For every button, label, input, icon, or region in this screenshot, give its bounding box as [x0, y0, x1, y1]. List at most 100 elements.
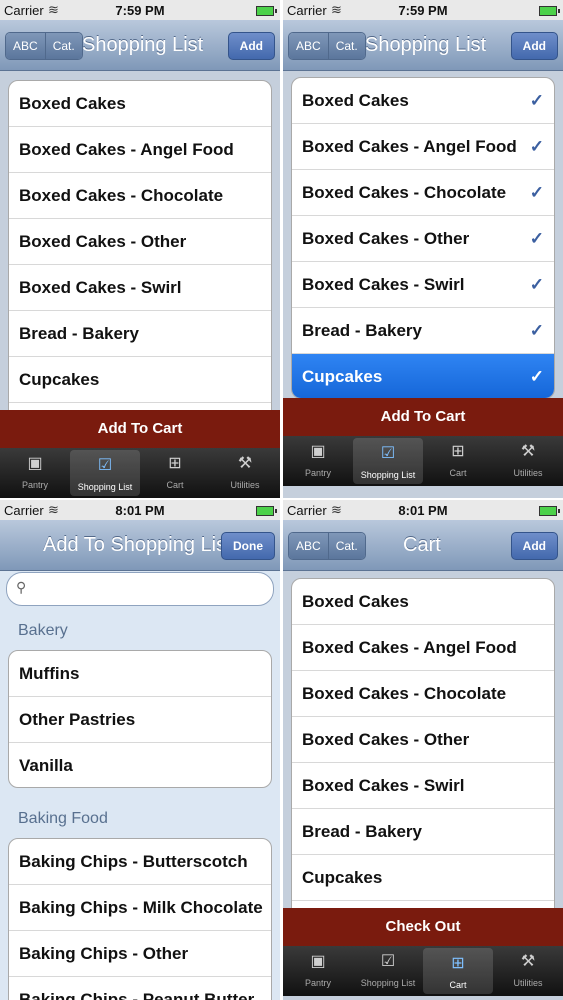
list-item-label: Boxed Cakes - Other — [302, 229, 470, 248]
list-item[interactable]: Cupcakes — [292, 855, 554, 901]
nav-bar: ABC Cat. Shopping List Add — [0, 20, 280, 71]
sort-abc-button[interactable]: ABC — [6, 33, 45, 59]
screen-add-to-shopping-list: Carrier ≋ 8:01 PM Add To Shopping List D… — [0, 500, 280, 1000]
item-list: Boxed Cakes Boxed Cakes - Angel Food Box… — [8, 80, 272, 422]
battery-icon — [539, 506, 560, 516]
sort-category-button[interactable]: Cat. — [327, 33, 365, 59]
tab-shopping-list[interactable]: ☑ Shopping List — [353, 438, 423, 484]
list-item-label: Boxed Cakes - Other — [302, 730, 470, 749]
tab-utilities[interactable]: ⚒ Utilities — [210, 448, 280, 498]
list-item-label: Boxed Cakes - Chocolate — [302, 183, 507, 202]
tab-pantry[interactable]: ▣ Pantry — [0, 448, 70, 498]
list-item[interactable]: Boxed Cakes ✓ — [292, 78, 554, 124]
sort-segmented-control[interactable]: ABC Cat. — [288, 32, 366, 60]
list-item[interactable]: Boxed Cakes - Other — [292, 717, 554, 763]
tab-utilities[interactable]: ⚒ Utilities — [493, 436, 563, 486]
sort-category-button[interactable]: Cat. — [44, 33, 82, 59]
sort-abc-button[interactable]: ABC — [289, 533, 328, 559]
tab-cart[interactable]: ⊞ Cart — [423, 948, 493, 994]
list-item[interactable]: Baking Chips - Butterscotch — [9, 839, 271, 885]
checkmark-icon: ✓ — [529, 137, 544, 156]
list-item-label: Boxed Cakes — [19, 94, 126, 113]
done-button[interactable]: Done — [221, 532, 275, 560]
screen-shopping-list: Carrier ≋ 7:59 PM ABC Cat. Shopping List… — [0, 0, 280, 498]
list-item[interactable]: Boxed Cakes - Other — [9, 219, 271, 265]
status-bar: Carrier ≋ 8:01 PM — [283, 500, 563, 520]
page-title: Cart — [403, 534, 441, 556]
tab-label: Cart — [449, 468, 467, 478]
tab-shopping-list[interactable]: ☑ Shopping List — [353, 946, 423, 996]
nav-bar: Add To Shopping List Done — [0, 520, 280, 571]
checkmark-icon: ✓ — [529, 229, 544, 248]
basket-icon: ⊞ — [451, 955, 465, 972]
tab-label: Pantry — [304, 468, 331, 478]
page-title: Add To Shopping List — [43, 534, 232, 556]
list-item[interactable]: Bread - Bakery ✓ — [292, 308, 554, 354]
search-field[interactable]: ⚲ — [6, 572, 274, 606]
list-item[interactable]: Boxed Cakes - Other ✓ — [292, 216, 554, 262]
list-item[interactable]: Boxed Cakes — [292, 579, 554, 625]
tab-pantry[interactable]: ▣ Pantry — [283, 946, 353, 996]
list-item[interactable]: Boxed Cakes - Chocolate ✓ — [292, 170, 554, 216]
list-item[interactable]: Bread - Bakery — [292, 809, 554, 855]
tab-cart[interactable]: ⊞ Cart — [423, 436, 493, 486]
list-item-label: Baking Chips - Peanut Butter — [19, 990, 255, 1000]
list-item[interactable]: Baking Chips - Milk Chocolate — [9, 885, 271, 931]
list-item-label: Other Pastries — [19, 710, 136, 729]
item-list: Boxed Cakes ✓ Boxed Cakes - Angel Food ✓ B… — [291, 77, 555, 399]
item-list: Muffins Other Pastries Vanilla — [8, 650, 272, 788]
list-item[interactable]: Other Pastries — [9, 697, 271, 743]
tab-label: Pantry — [21, 480, 48, 490]
list-item-label: Muffins — [19, 664, 80, 683]
add-button[interactable]: Add — [510, 32, 558, 60]
list-item[interactable]: Baking Chips - Peanut Butter — [9, 977, 271, 1000]
status-bar: Carrier ≋ 7:59 PM — [283, 0, 563, 20]
nav-bar: ABC Cat. Cart Add — [283, 520, 563, 571]
add-to-cart-button[interactable]: Add To Cart — [283, 398, 563, 436]
add-button[interactable]: Add — [510, 532, 558, 560]
basket-icon: ⊞ — [451, 443, 465, 460]
list-item[interactable]: Boxed Cakes - Swirl ✓ — [292, 262, 554, 308]
tab-pantry[interactable]: ▣ Pantry — [283, 436, 353, 486]
list-item[interactable]: Boxed Cakes - Swirl — [9, 265, 271, 311]
section-header: Bakery — [18, 622, 68, 639]
tab-cart[interactable]: ⊞ Cart — [140, 448, 210, 498]
tab-utilities[interactable]: ⚒ Utilities — [493, 946, 563, 996]
sort-segmented-control[interactable]: ABC Cat. — [5, 32, 83, 60]
list-item[interactable]: Boxed Cakes - Chocolate — [9, 173, 271, 219]
tab-label: Shopping List — [360, 978, 416, 988]
list-item-label: Cupcakes — [19, 370, 100, 389]
sort-abc-button[interactable]: ABC — [289, 33, 328, 59]
tab-bar: ▣ Pantry ☑ Shopping List ⊞ Cart ⚒ Utilities — [0, 448, 280, 498]
list-item[interactable]: Bread - Bakery — [9, 311, 271, 357]
list-item[interactable]: Boxed Cakes - Angel Food — [292, 625, 554, 671]
tab-bar: ▣ Pantry ☑ Shopping List ⊞ Cart ⚒ Utilities — [283, 436, 563, 486]
list-item-label: Baking Chips - Butterscotch — [19, 852, 248, 871]
add-button[interactable]: Add — [227, 32, 275, 60]
section-header: Baking Food — [18, 810, 108, 827]
checkmark-icon: ✓ — [529, 321, 544, 340]
sort-category-button[interactable]: Cat. — [327, 533, 365, 559]
list-item[interactable]: Boxed Cakes — [9, 81, 271, 127]
list-item[interactable]: Muffins — [9, 651, 271, 697]
list-item[interactable]: Vanilla — [9, 743, 271, 787]
list-item[interactable]: Boxed Cakes - Angel Food ✓ — [292, 124, 554, 170]
list-item-selected[interactable]: Cupcakes ✓ — [292, 354, 554, 398]
list-item[interactable]: Baking Chips - Other — [9, 931, 271, 977]
nav-bar: ABC Cat. Shopping List Add — [283, 20, 563, 71]
list-item[interactable]: Boxed Cakes - Chocolate — [292, 671, 554, 717]
sort-segmented-control[interactable]: ABC Cat. — [288, 532, 366, 560]
list-item-label: Boxed Cakes - Swirl — [302, 275, 465, 294]
list-item-label: Cupcakes — [302, 367, 383, 386]
tab-label: Shopping List — [77, 482, 133, 492]
list-item[interactable]: Cupcakes — [9, 357, 271, 403]
list-item[interactable]: Boxed Cakes - Angel Food — [9, 127, 271, 173]
add-to-cart-button[interactable]: Add To Cart — [0, 410, 280, 448]
list-item-label: Boxed Cakes - Angel Food — [302, 638, 517, 657]
pantry-icon: ▣ — [310, 443, 326, 460]
pantry-icon: ▣ — [310, 953, 326, 970]
check-out-button[interactable]: Check Out — [283, 908, 563, 946]
tab-shopping-list[interactable]: ☑ Shopping List — [70, 450, 140, 496]
list-item-label: Baking Chips - Other — [19, 944, 189, 963]
list-item[interactable]: Boxed Cakes - Swirl — [292, 763, 554, 809]
